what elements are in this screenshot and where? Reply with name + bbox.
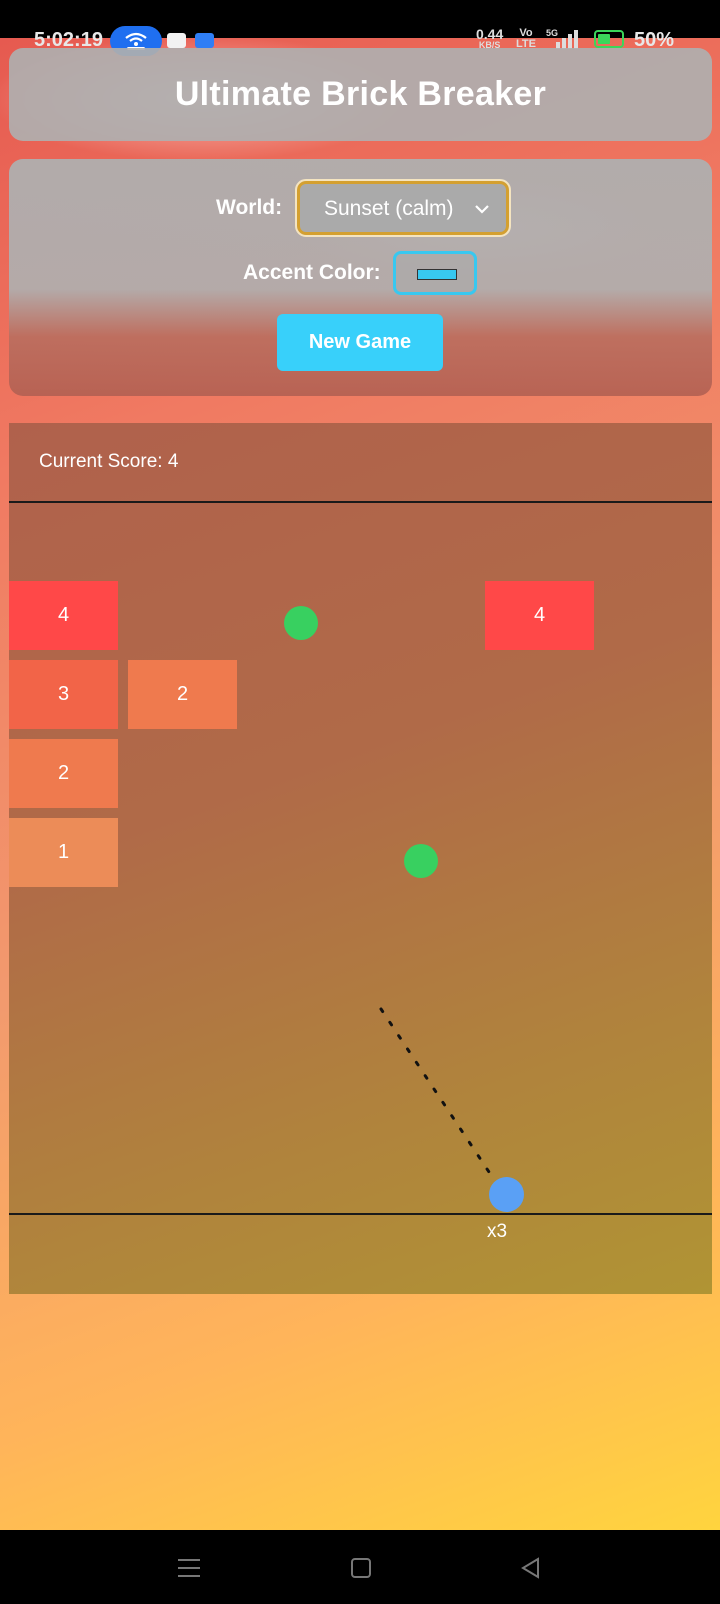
player-ball[interactable]	[489, 1177, 524, 1212]
accent-color-picker[interactable]	[393, 251, 477, 295]
status-bar: 5:02:19 0.44 KB/S Vo LTE 5G 50%	[0, 0, 720, 56]
world-select-value: Sunset (calm)	[324, 197, 454, 220]
bottom-boundary-line	[9, 1213, 712, 1215]
world-row: World: Sunset (calm)	[9, 179, 712, 237]
new-game-button[interactable]: New Game	[277, 314, 443, 371]
chevron-down-icon	[475, 205, 489, 214]
world-select[interactable]: Sunset (calm)	[295, 179, 511, 237]
navigation-bar	[0, 1530, 720, 1604]
page-title: Ultimate Brick Breaker	[174, 75, 547, 113]
brick: 2	[128, 660, 237, 729]
menu-icon[interactable]	[178, 1557, 200, 1579]
title-card: Ultimate Brick Breaker	[9, 48, 712, 141]
network-speed: 0.44 KB/S	[476, 26, 504, 50]
game-board[interactable]: Current Score: 4 x3 443221	[9, 423, 712, 1294]
ball-multiplier: x3	[487, 1221, 508, 1242]
volte-indicator: Vo LTE	[516, 27, 536, 50]
message-icon	[167, 33, 186, 48]
settings-panel: World: Sunset (calm) Accent Color: New G…	[9, 159, 712, 396]
android-icon	[195, 33, 214, 48]
world-label: World:	[216, 196, 283, 219]
accent-color-swatch	[417, 269, 457, 280]
home-icon[interactable]	[350, 1557, 372, 1579]
brick: 4	[485, 581, 594, 650]
accent-row: Accent Color:	[9, 251, 712, 295]
brick: 4	[9, 581, 118, 650]
accent-color-label: Accent Color:	[243, 261, 381, 284]
battery-charging-icon	[594, 30, 624, 48]
brick: 3	[9, 660, 118, 729]
brick: 2	[9, 739, 118, 808]
brick: 1	[9, 818, 118, 887]
back-icon[interactable]	[519, 1557, 541, 1579]
